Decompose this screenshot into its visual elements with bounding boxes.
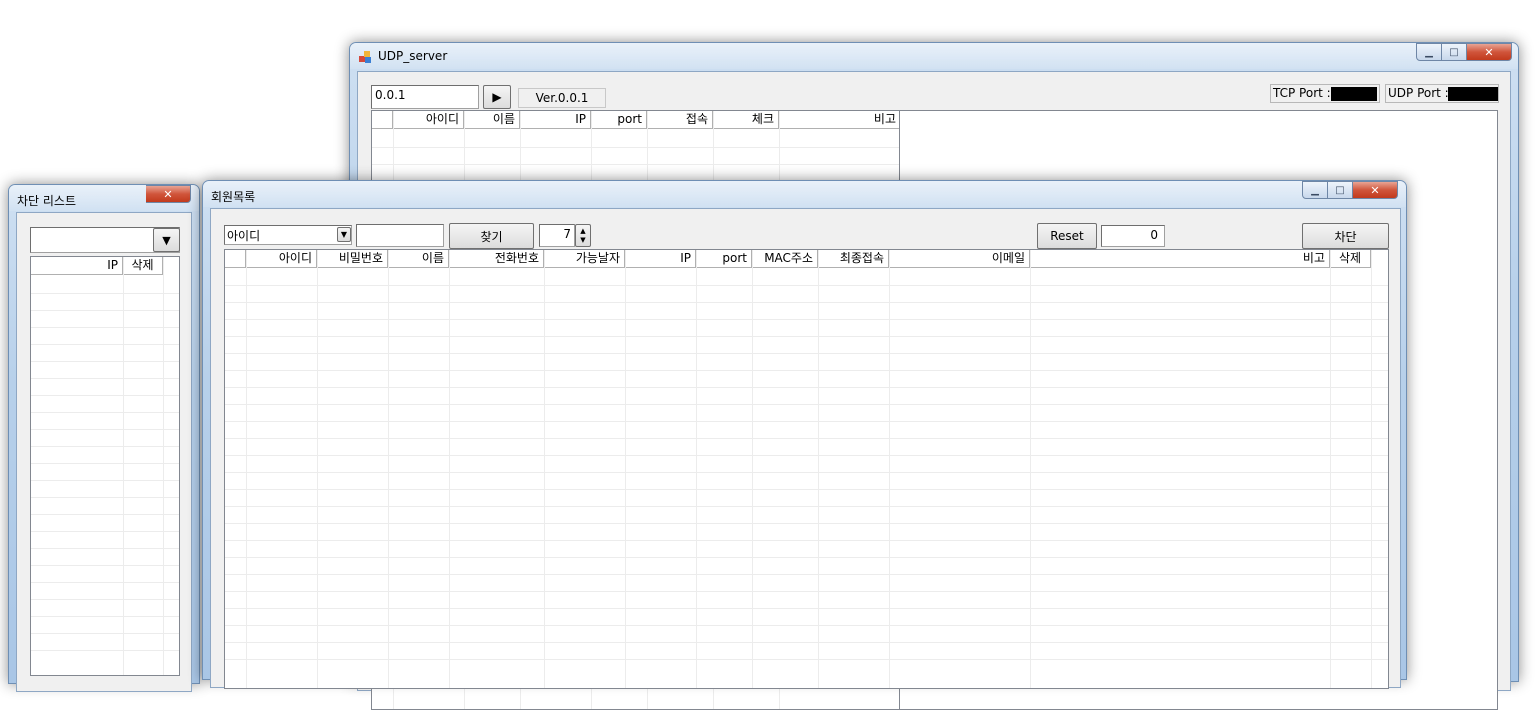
column-header[interactable]: 이름 [464, 111, 520, 129]
member-client-area: 아이디 ▼ 찾기 7 ▲ ▼ Reset 0 차단 아이디 비밀번호 이름 전화번… [210, 208, 1401, 689]
block-list-client-area: ▼ IP 삭제 [16, 212, 192, 692]
column-header[interactable]: 아이디 [393, 111, 464, 129]
column-header[interactable]: 체크 [713, 111, 779, 129]
search-field-select[interactable]: 아이디 [224, 225, 352, 245]
count-field: 0 [1101, 225, 1165, 247]
window-controls: ▁ □ ✕ [1302, 181, 1398, 199]
app-icon [359, 51, 371, 63]
block-list-grid[interactable]: IP 삭제 [30, 256, 180, 676]
window-title: UDP_server [378, 49, 448, 63]
dropdown-arrow-icon[interactable]: ▼ [337, 227, 351, 242]
member-list-titlebar[interactable]: 회원목록 [203, 181, 1406, 207]
find-button[interactable]: 찾기 [449, 223, 534, 249]
reset-button[interactable]: Reset [1037, 223, 1097, 249]
column-header[interactable]: 이름 [388, 250, 449, 268]
udp-server-titlebar[interactable]: UDP_server [350, 43, 1518, 69]
block-list-window: 차단 리스트 ✕ ▼ IP 삭제 [8, 184, 200, 692]
window-controls: ▁ □ ✕ [1416, 43, 1512, 61]
minimize-button[interactable]: ▁ [1302, 181, 1328, 199]
spinner-arrows-icon[interactable]: ▲ ▼ [575, 224, 591, 247]
column-header[interactable]: 삭제 [123, 257, 163, 275]
tcp-port-text: TCP Port : [1273, 86, 1331, 100]
window-controls: ✕ [146, 185, 191, 203]
udp-port-value [1448, 87, 1498, 101]
column-header[interactable]: 가능날자 [544, 250, 625, 268]
close-button[interactable]: ✕ [146, 185, 191, 203]
column-header[interactable]: 접속 [647, 111, 713, 129]
days-spinner[interactable]: 7 [539, 224, 575, 247]
member-list-window: 회원목록 ▁ □ ✕ 아이디 ▼ 찾기 7 ▲ ▼ Reset 0 차단 아이디 … [202, 180, 1407, 689]
dropdown-arrow-icon[interactable]: ▼ [153, 228, 180, 252]
search-input[interactable] [356, 224, 444, 247]
column-header[interactable]: 비밀번호 [317, 250, 388, 268]
column-header[interactable]: 최종접속 [818, 250, 889, 268]
maximize-button[interactable]: □ [1442, 43, 1467, 61]
column-header[interactable]: 비고 [1030, 250, 1330, 268]
start-button[interactable]: ▶ [483, 85, 511, 109]
column-header[interactable]: 삭제 [1330, 250, 1371, 268]
window-title: 차단 리스트 [17, 194, 77, 208]
row-header-corner [225, 250, 246, 268]
column-header[interactable]: 아이디 [246, 250, 317, 268]
column-header[interactable]: IP [31, 257, 123, 275]
tcp-port-label: TCP Port : [1270, 84, 1380, 103]
column-header[interactable]: port [591, 111, 647, 129]
maximize-button[interactable]: □ [1328, 181, 1353, 199]
window-title: 회원목록 [211, 190, 256, 204]
block-button[interactable]: 차단 [1302, 223, 1389, 249]
close-button[interactable]: ✕ [1467, 43, 1512, 61]
udp-port-label: UDP Port : [1385, 84, 1499, 103]
column-header[interactable]: MAC주소 [752, 250, 818, 268]
column-header[interactable]: IP [625, 250, 696, 268]
member-grid[interactable]: 아이디 비밀번호 이름 전화번호 가능날자 IP port MAC주소 최종접속… [224, 249, 1389, 689]
column-header[interactable]: IP [520, 111, 591, 129]
ip-input[interactable]: 0.0.1 [371, 85, 479, 109]
close-button[interactable]: ✕ [1353, 181, 1398, 199]
udp-port-text: UDP Port : [1388, 86, 1449, 100]
minimize-button[interactable]: ▁ [1416, 43, 1442, 61]
column-header[interactable]: 비고 [779, 111, 899, 129]
tcp-port-value [1331, 87, 1377, 101]
column-header[interactable]: 이메일 [889, 250, 1030, 268]
version-label: Ver.0.0.1 [518, 88, 606, 108]
row-header-corner [372, 111, 393, 129]
column-header[interactable]: 전화번호 [449, 250, 544, 268]
column-header[interactable]: port [696, 250, 752, 268]
